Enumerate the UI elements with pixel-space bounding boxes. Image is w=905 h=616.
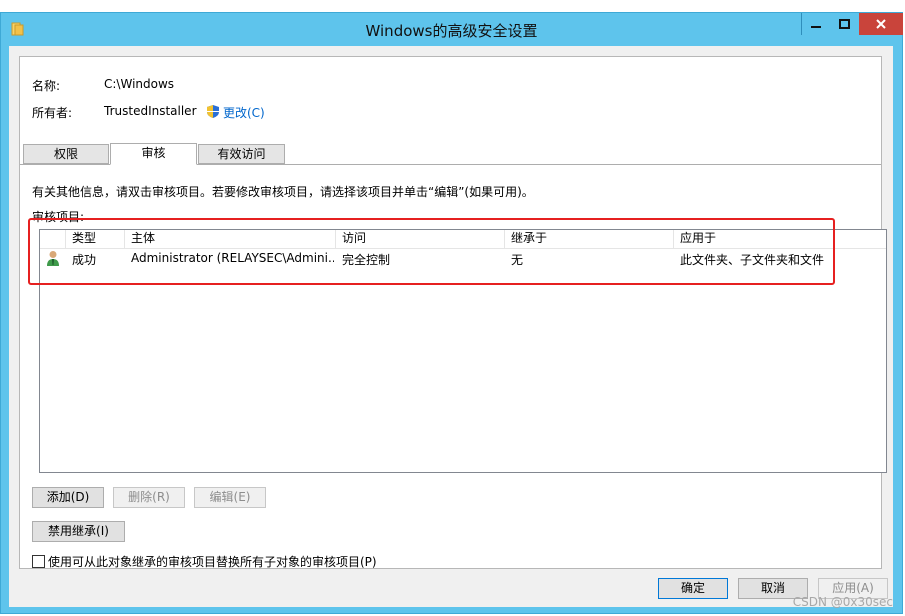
watermark: CSDN @0x30sec xyxy=(792,595,893,609)
tab-permissions[interactable]: 权限 xyxy=(23,144,109,164)
cell-applies-to: 此文件夹、子文件夹和文件 xyxy=(680,253,825,267)
maximize-button[interactable] xyxy=(830,13,859,35)
name-value: C:\Windows xyxy=(104,77,175,91)
remove-button[interactable]: 删除(R) xyxy=(113,487,185,508)
close-button[interactable] xyxy=(859,13,903,35)
add-button[interactable]: 添加(D) xyxy=(32,487,104,508)
tab-auditing[interactable]: 审核 xyxy=(110,143,197,165)
dialog-client: 名称: C:\Windows 所有者: TrustedInstaller 更改(… xyxy=(9,46,893,607)
table-row[interactable]: 成功 Administrator (RELAYSEC\Admini... 完全控… xyxy=(40,249,886,269)
owner-value: TrustedInstaller xyxy=(104,104,197,118)
minimize-button[interactable] xyxy=(801,13,830,35)
column-header-icon[interactable] xyxy=(40,230,66,248)
cell-inherited-from: 无 xyxy=(511,253,524,267)
replace-child-audit-label[interactable]: 使用可从此对象继承的审核项目替换所有子对象的审核项目(P) xyxy=(48,553,377,570)
user-icon xyxy=(47,251,59,266)
cell-type: 成功 xyxy=(72,253,97,267)
owner-label: 所有者: xyxy=(32,106,73,120)
column-header-inherited-from[interactable]: 继承于 xyxy=(505,230,674,248)
dialog-window: Windows的高级安全设置 名称: C:\Windows 所有者: Trust… xyxy=(0,12,903,614)
ok-button[interactable]: 确定 xyxy=(658,578,728,599)
minimize-icon xyxy=(810,26,821,28)
cell-access: 完全控制 xyxy=(342,253,391,267)
uac-shield-icon xyxy=(207,105,219,118)
title-bar[interactable]: Windows的高级安全设置 xyxy=(1,13,903,46)
change-owner-link[interactable]: 更改(C) xyxy=(223,104,265,121)
instructions-text: 有关其他信息，请双击审核项目。若要修改审核项目，请选择该项目并单击“编辑”(如果… xyxy=(32,185,534,199)
edit-button[interactable]: 编辑(E) xyxy=(194,487,266,508)
cell-principal: Administrator (RELAYSEC\Admini... xyxy=(131,251,334,265)
audit-entries-label: 审核项目: xyxy=(32,210,85,224)
column-header-applies-to[interactable]: 应用于 xyxy=(674,230,886,248)
close-icon xyxy=(876,19,886,29)
window-title: Windows的高级安全设置 xyxy=(365,22,538,40)
column-header-access[interactable]: 访问 xyxy=(336,230,505,248)
audit-entries-list[interactable]: 类型 主体 访问 继承于 应用于 成功 Administrator (RELAY… xyxy=(39,229,887,473)
tab-effective-access[interactable]: 有效访问 xyxy=(198,144,285,164)
content-panel: 名称: C:\Windows 所有者: TrustedInstaller 更改(… xyxy=(19,56,887,570)
replace-child-audit-checkbox[interactable] xyxy=(32,555,45,568)
column-header-type[interactable]: 类型 xyxy=(66,230,125,248)
column-header-principal[interactable]: 主体 xyxy=(125,230,336,248)
name-label: 名称: xyxy=(32,79,61,93)
maximize-icon xyxy=(839,19,850,29)
disable-inheritance-button[interactable]: 禁用继承(I) xyxy=(32,521,125,542)
